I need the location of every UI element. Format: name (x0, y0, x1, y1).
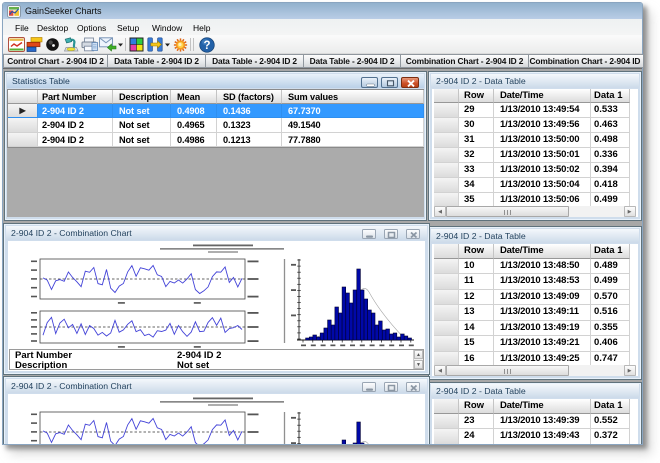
svg-text:?: ? (203, 40, 210, 52)
